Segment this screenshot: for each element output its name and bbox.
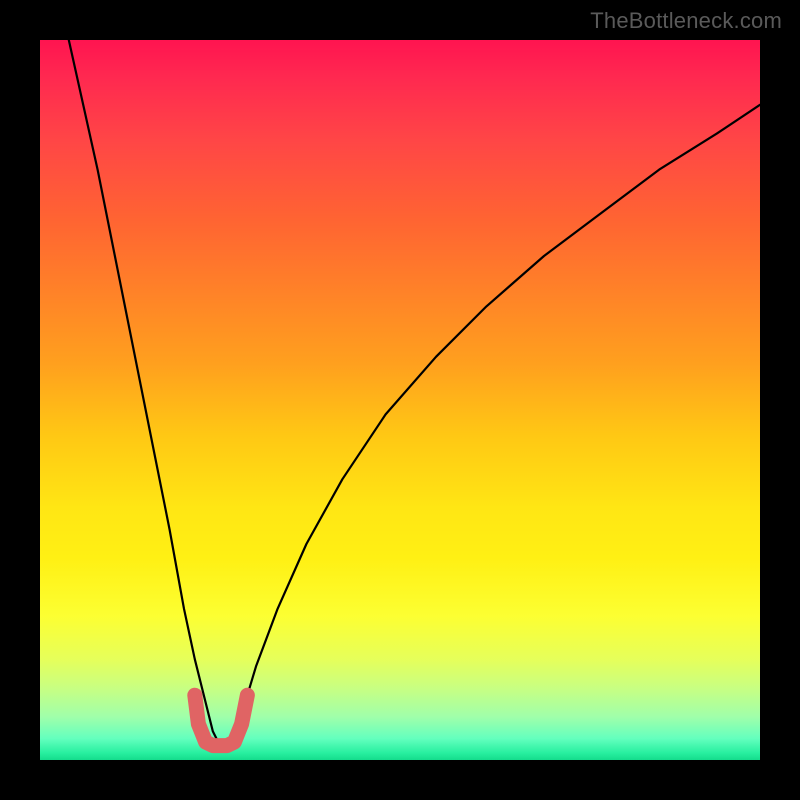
plot-area [40,40,760,760]
optimal-range-marker [195,695,248,745]
chart-container: TheBottleneck.com [0,0,800,800]
watermark-text: TheBottleneck.com [590,8,782,34]
bottleneck-curve [69,40,760,746]
chart-svg [40,40,760,760]
